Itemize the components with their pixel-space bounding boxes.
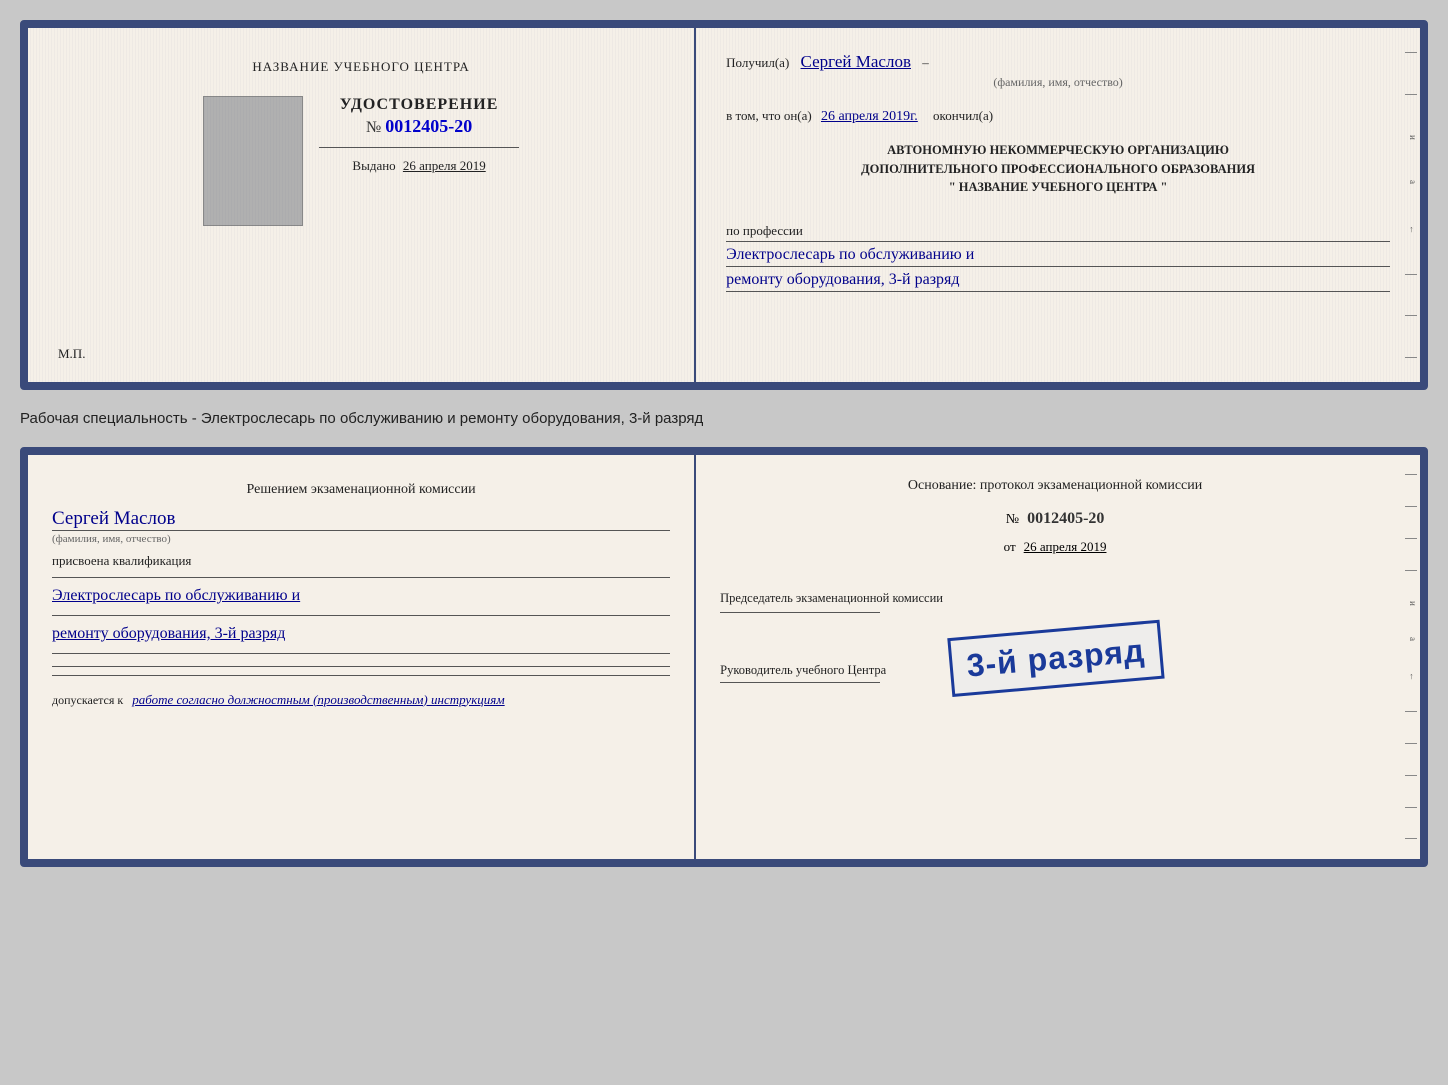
cert-po-professii-label: по профессии xyxy=(726,223,1390,239)
cert-right-panel: Получил(а) Сергей Маслов – (фамилия, имя… xyxy=(696,28,1420,382)
bottom-predsedatel-block: Председатель экзаменационной комиссии xyxy=(720,582,1390,617)
cert-line-2 xyxy=(726,266,1390,267)
bottom-line-1 xyxy=(52,577,670,578)
bottom-prisvoena-label: присвоена квалификация xyxy=(52,553,670,569)
top-certificate-card: НАЗВАНИЕ УЧЕБНОГО ЦЕНТРА УДОСТОВЕРЕНИЕ №… xyxy=(20,20,1428,390)
cert-org-block: АВТОНОМНУЮ НЕКОММЕРЧЕСКУЮ ОРГАНИЗАЦИЮ ДО… xyxy=(726,141,1390,197)
cert-vtom-row: в том, что он(а) 26 апреля 2019г. окончи… xyxy=(726,106,1390,128)
cert-recipient-name: Сергей Маслов xyxy=(801,52,911,71)
cert-fio-label: (фамилия, имя, отчество) xyxy=(726,73,1390,92)
bottom-ot-date: 26 апреля 2019 xyxy=(1024,539,1107,554)
bottom-certificate-card: Решением экзаменационной комиссии Сергей… xyxy=(20,447,1428,867)
cert-number-row: № 0012405-20 xyxy=(319,116,519,137)
bottom-dopusk-row: допускается к работе согласно должностны… xyxy=(52,692,670,708)
bottom-number-row: № 0012405-20 xyxy=(720,510,1390,528)
cert-center-block: УДОСТОВЕРЕНИЕ № 0012405-20 Выдано 26 апр… xyxy=(319,96,519,174)
bottom-rukovoditel-sig-line xyxy=(720,682,880,683)
cert-left-panel: НАЗВАНИЕ УЧЕБНОГО ЦЕНТРА УДОСТОВЕРЕНИЕ №… xyxy=(28,28,696,382)
bottom-prof-line1: Электрослесарь по обслуживанию и xyxy=(52,582,670,611)
cert-line-3 xyxy=(726,291,1390,292)
bottom-left-panel: Решением экзаменационной комиссии Сергей… xyxy=(28,455,696,859)
cert-profession-line1: Электрослесарь по обслуживанию и xyxy=(726,246,1390,264)
bottom-predsedatel-sig-line xyxy=(720,612,880,613)
bottom-number-label: № xyxy=(1006,512,1019,527)
bottom-line-4 xyxy=(52,666,670,667)
bottom-osnovanie-label: Основание: протокол экзаменационной коми… xyxy=(720,475,1390,496)
middle-text: Рабочая специальность - Электрослесарь п… xyxy=(20,406,1428,431)
bottom-ot-label: от xyxy=(1004,539,1016,554)
cert-number-prefix: № xyxy=(366,119,381,136)
cert-training-center-title: НАЗВАНИЕ УЧЕБНОГО ЦЕНТРА xyxy=(252,58,469,76)
cert-line-1 xyxy=(726,241,1390,242)
bottom-line-2 xyxy=(52,615,670,616)
cert-mp-label: М.П. xyxy=(58,346,85,362)
bottom-line-3 xyxy=(52,653,670,654)
bottom-right-edge-marks: и а ← xyxy=(1402,455,1420,859)
cert-photo-placeholder xyxy=(203,96,303,226)
bottom-dopusk-prefix: допускается к xyxy=(52,693,123,707)
bottom-dopusk-text: работе согласно должностным (производств… xyxy=(132,692,504,707)
cert-vydano-label: Выдано xyxy=(352,158,395,173)
cert-vtom-date: 26 апреля 2019г. xyxy=(821,109,918,124)
bottom-predsedatel-label: Председатель экзаменационной комиссии xyxy=(720,590,1390,608)
cert-udostoverenie-label: УДОСТОВЕРЕНИЕ xyxy=(319,96,519,114)
page-container: НАЗВАНИЕ УЧЕБНОГО ЦЕНТРА УДОСТОВЕРЕНИЕ №… xyxy=(20,20,1428,867)
bottom-ot-row: от 26 апреля 2019 xyxy=(720,538,1390,556)
bottom-right-panel: Основание: протокол экзаменационной коми… xyxy=(696,455,1420,859)
bottom-line-5 xyxy=(52,675,670,676)
cert-divider-line xyxy=(319,147,519,148)
cert-vydano-row: Выдано 26 апреля 2019 xyxy=(319,158,519,174)
cert-vtom-prefix: в том, что он(а) xyxy=(726,108,812,123)
cert-profession-line2: ремонту оборудования, 3-й разряд xyxy=(726,271,1390,289)
bottom-number-value: 0012405-20 xyxy=(1027,510,1104,527)
bottom-prof-line2: ремонту оборудования, 3-й разряд xyxy=(52,620,670,649)
cert-number-value: 0012405-20 xyxy=(385,116,472,136)
cert-vydano-date: 26 апреля 2019 xyxy=(403,158,486,173)
cert-poluchil-label: Получил(а) xyxy=(726,55,789,70)
bottom-resheniem-title: Решением экзаменационной комиссии xyxy=(52,479,670,500)
cert-org-line2: ДОПОЛНИТЕЛЬНОГО ПРОФЕССИОНАЛЬНОГО ОБРАЗО… xyxy=(726,160,1390,179)
bottom-recipient-name: Сергей Маслов xyxy=(52,508,670,530)
cert-org-line3: " НАЗВАНИЕ УЧЕБНОГО ЦЕНТРА " xyxy=(726,178,1390,197)
bottom-fio-label: (фамилия, имя, отчество) xyxy=(52,530,670,545)
cert-profession-block: по профессии Электрослесарь по обслужива… xyxy=(726,217,1390,294)
cert-okonchil-label: окончил(а) xyxy=(933,108,993,123)
cert-recipient-row: Получил(а) Сергей Маслов – (фамилия, имя… xyxy=(726,48,1390,92)
right-edge-marks: и а ← xyxy=(1402,28,1420,382)
cert-org-line1: АВТОНОМНУЮ НЕКОММЕРЧЕСКУЮ ОРГАНИЗАЦИЮ xyxy=(726,141,1390,160)
